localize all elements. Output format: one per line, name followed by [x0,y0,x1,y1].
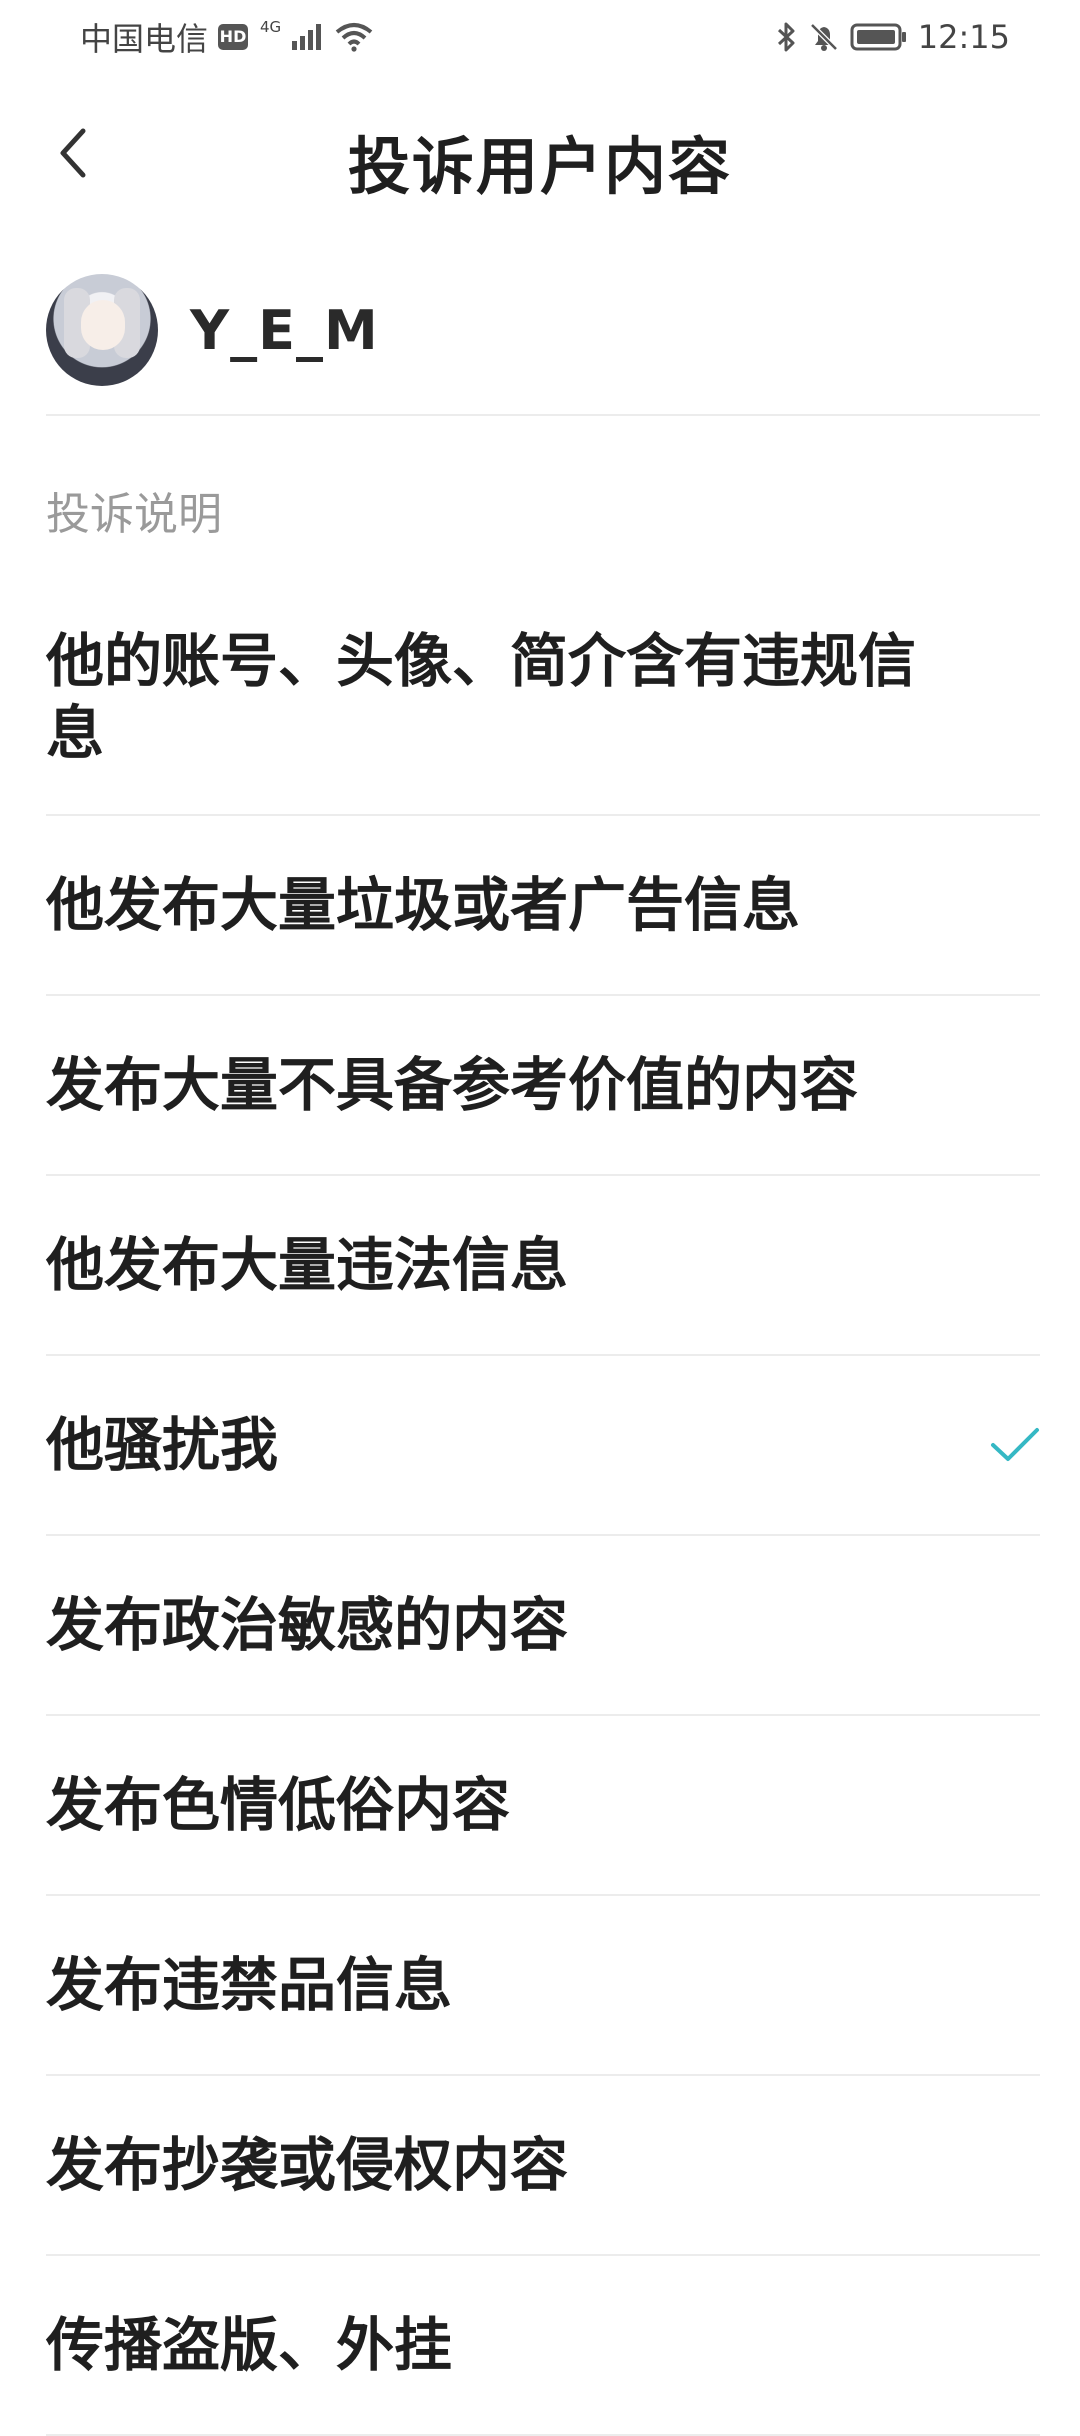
wifi-icon [335,23,373,52]
reason-list: 他的账号、头像、简介含有违规信息 他发布大量垃圾或者广告信息 发布大量不具备参考… [46,580,1040,2436]
status-left: 中国电信 HD 4G [80,14,373,60]
divider [46,414,1040,416]
reason-item[interactable]: 他发布大量违法信息 [46,1176,1040,1356]
reason-label: 他发布大量垃圾或者广告信息 [46,871,801,939]
reason-item[interactable]: 发布政治敏感的内容 [46,1536,1040,1716]
carrier-name: 中国电信 [80,20,209,58]
reason-label: 发布政治敏感的内容 [46,1591,569,1659]
reason-item[interactable]: 他发布大量垃圾或者广告信息 [46,816,1040,996]
reason-label: 他的账号、头像、简介含有违规信息 [46,627,917,767]
avatar [46,274,158,386]
bluetooth-icon [777,22,795,52]
clock: 12:15 [917,18,1010,56]
reason-item[interactable]: 发布违禁品信息 [46,1896,1040,2076]
reason-label: 他发布大量违法信息 [46,1231,569,1299]
battery-icon [850,23,906,51]
reason-label: 发布抄袭或侵权内容 [46,2131,569,2199]
user-row: Y_E_M [46,272,1040,388]
username: Y_E_M [190,298,379,362]
hd-badge: HD [218,24,249,50]
reason-label: 发布违禁品信息 [46,1951,453,2019]
signal-icon [292,24,322,50]
reason-item[interactable]: 发布抄袭或侵权内容 [46,2076,1040,2256]
reason-label: 发布大量不具备参考价值的内容 [46,1051,859,1119]
reason-label: 发布色情低俗内容 [46,1771,511,1839]
reason-item-selected[interactable]: 他骚扰我 [46,1356,1040,1536]
status-right: 12:15 [776,18,1010,56]
reason-item[interactable]: 发布大量不具备参考价值的内容 [46,996,1040,1176]
reason-item[interactable]: 他的账号、头像、简介含有违规信息 [46,580,1040,816]
reason-item[interactable]: 传播盗版、外挂 [46,2256,1040,2436]
bell-off-icon [810,23,838,51]
reason-label: 传播盗版、外挂 [46,2311,453,2379]
network-type: 4G [260,18,282,36]
status-bar: 中国电信 HD 4G 12:15 [0,0,1080,74]
page-title: 投诉用户内容 [347,130,732,203]
header: 投诉用户内容 [0,100,1080,210]
reason-item[interactable]: 发布色情低俗内容 [46,1716,1040,1896]
check-icon [991,1428,1039,1461]
reason-label: 他骚扰我 [46,1411,279,1479]
section-label: 投诉说明 [46,489,222,540]
